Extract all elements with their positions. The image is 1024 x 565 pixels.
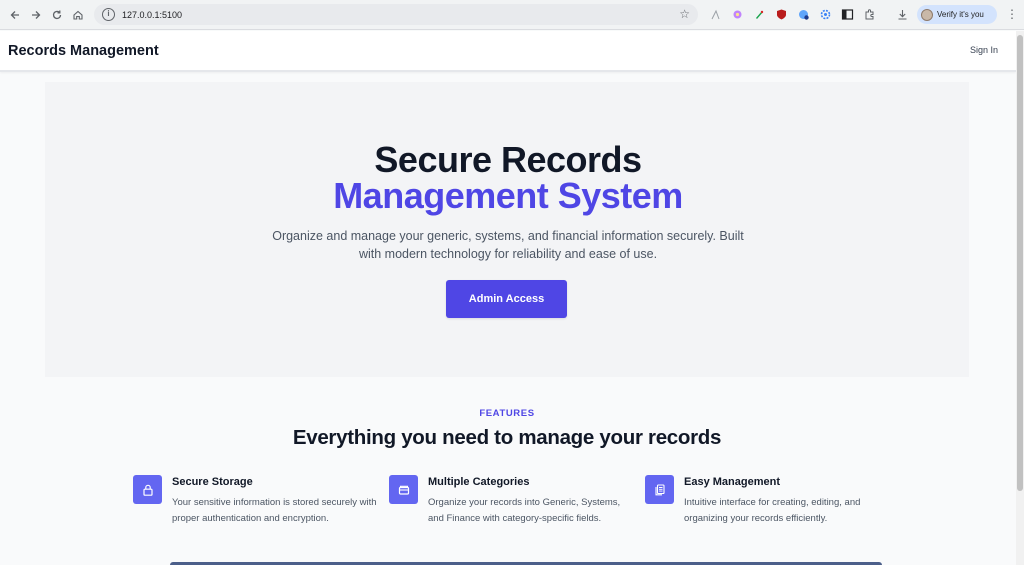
browser-menu-icon[interactable]: ⋮ [1006,7,1018,21]
documents-icon [645,475,674,504]
feature-description: Your sensitive information is stored sec… [172,497,377,524]
app-header: Records Management Sign In [0,31,1016,72]
browser-toolbar: i 127.0.0.1:5100 ☆ Verify it's you ⋮ [0,0,1024,30]
sign-in-link[interactable]: Sign In [970,45,998,55]
home-icon[interactable] [67,4,89,26]
back-icon[interactable] [4,4,26,26]
features-heading: Everything you need to manage your recor… [292,426,722,449]
side-panel-icon[interactable] [841,8,854,21]
site-info-icon[interactable]: i [102,8,115,21]
folder-icon [389,475,418,504]
brand-title[interactable]: Records Management [8,43,159,59]
avatar [921,8,933,21]
admin-access-button[interactable]: Admin Access [446,280,567,318]
address-bar[interactable]: i 127.0.0.1:5100 ☆ [94,4,698,25]
extension-rocket-icon[interactable] [753,8,766,21]
profile-label: Verify it's you [937,10,984,19]
download-icon[interactable] [896,8,909,21]
page-scrollbar[interactable] [1016,31,1024,565]
profile-button[interactable]: Verify it's you [917,5,997,24]
feature-title: Easy Management [684,476,780,488]
extension-gear-icon[interactable] [819,8,832,21]
bookmark-star-icon[interactable]: ☆ [679,7,690,21]
features-eyebrow: FEATURES [479,408,535,419]
lock-icon [133,475,162,504]
scrollbar-thumb[interactable] [1017,35,1023,491]
feature-title: Multiple Categories [428,476,530,488]
extension-shield-icon[interactable] [775,8,788,21]
url-text: 127.0.0.1:5100 [122,9,183,20]
extension-a-icon[interactable] [709,8,722,21]
forward-icon[interactable] [25,4,47,26]
extension-flower-icon[interactable] [731,8,744,21]
extensions-puzzle-icon[interactable] [863,8,876,21]
feature-title: Secure Storage [172,476,253,488]
feature-description: Intuitive interface for creating, editin… [684,497,861,524]
reload-icon[interactable] [46,4,68,26]
hero-title-line2: Management System [333,175,683,216]
feature-description: Organize your records into Generic, Syst… [428,497,621,524]
hero-description: Organize and manage your generic, system… [272,229,744,261]
extension-globe-icon[interactable] [797,8,810,21]
